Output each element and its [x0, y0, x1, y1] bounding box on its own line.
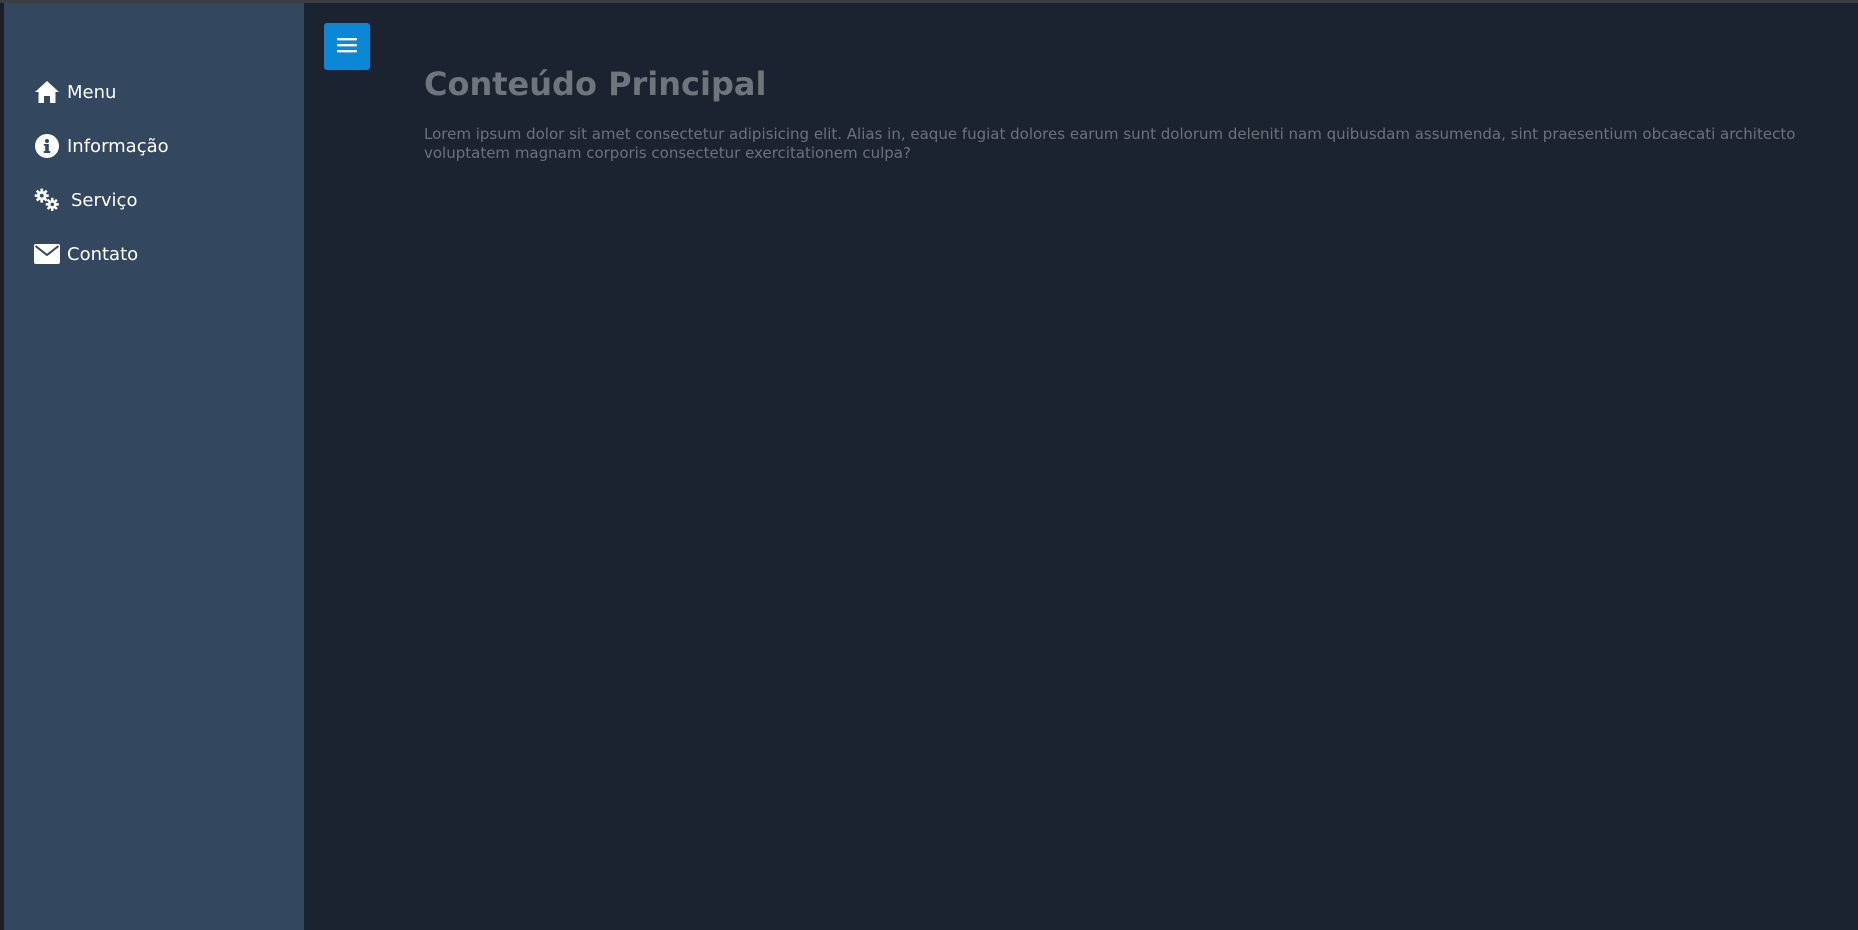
sidebar-item-label: Serviço: [71, 189, 138, 211]
sidebar-item-label: Menu: [67, 81, 117, 103]
sidebar-toggle-button[interactable]: [324, 23, 370, 70]
info-icon: [33, 132, 61, 160]
gears-icon: [33, 186, 61, 214]
sidebar-item-menu[interactable]: Menu: [33, 75, 116, 109]
main-content: Conteúdo Principal Lorem ipsum dolor sit…: [304, 3, 1858, 930]
envelope-icon: [33, 240, 61, 268]
home-icon: [33, 78, 61, 106]
hamburger-icon: [336, 36, 358, 58]
main-paragraph: Lorem ipsum dolor sit amet consectetur a…: [424, 125, 1796, 162]
sidebar-item-servico[interactable]: Serviço: [33, 183, 137, 217]
sidebar: Menu Informação Serviço Contato: [4, 3, 304, 930]
sidebar-item-label: Contato: [67, 243, 139, 265]
sidebar-item-label: Informação: [67, 135, 169, 157]
sidebar-item-informacao[interactable]: Informação: [33, 129, 169, 163]
sidebar-item-contato[interactable]: Contato: [33, 237, 138, 271]
page-title: Conteúdo Principal: [424, 65, 767, 103]
